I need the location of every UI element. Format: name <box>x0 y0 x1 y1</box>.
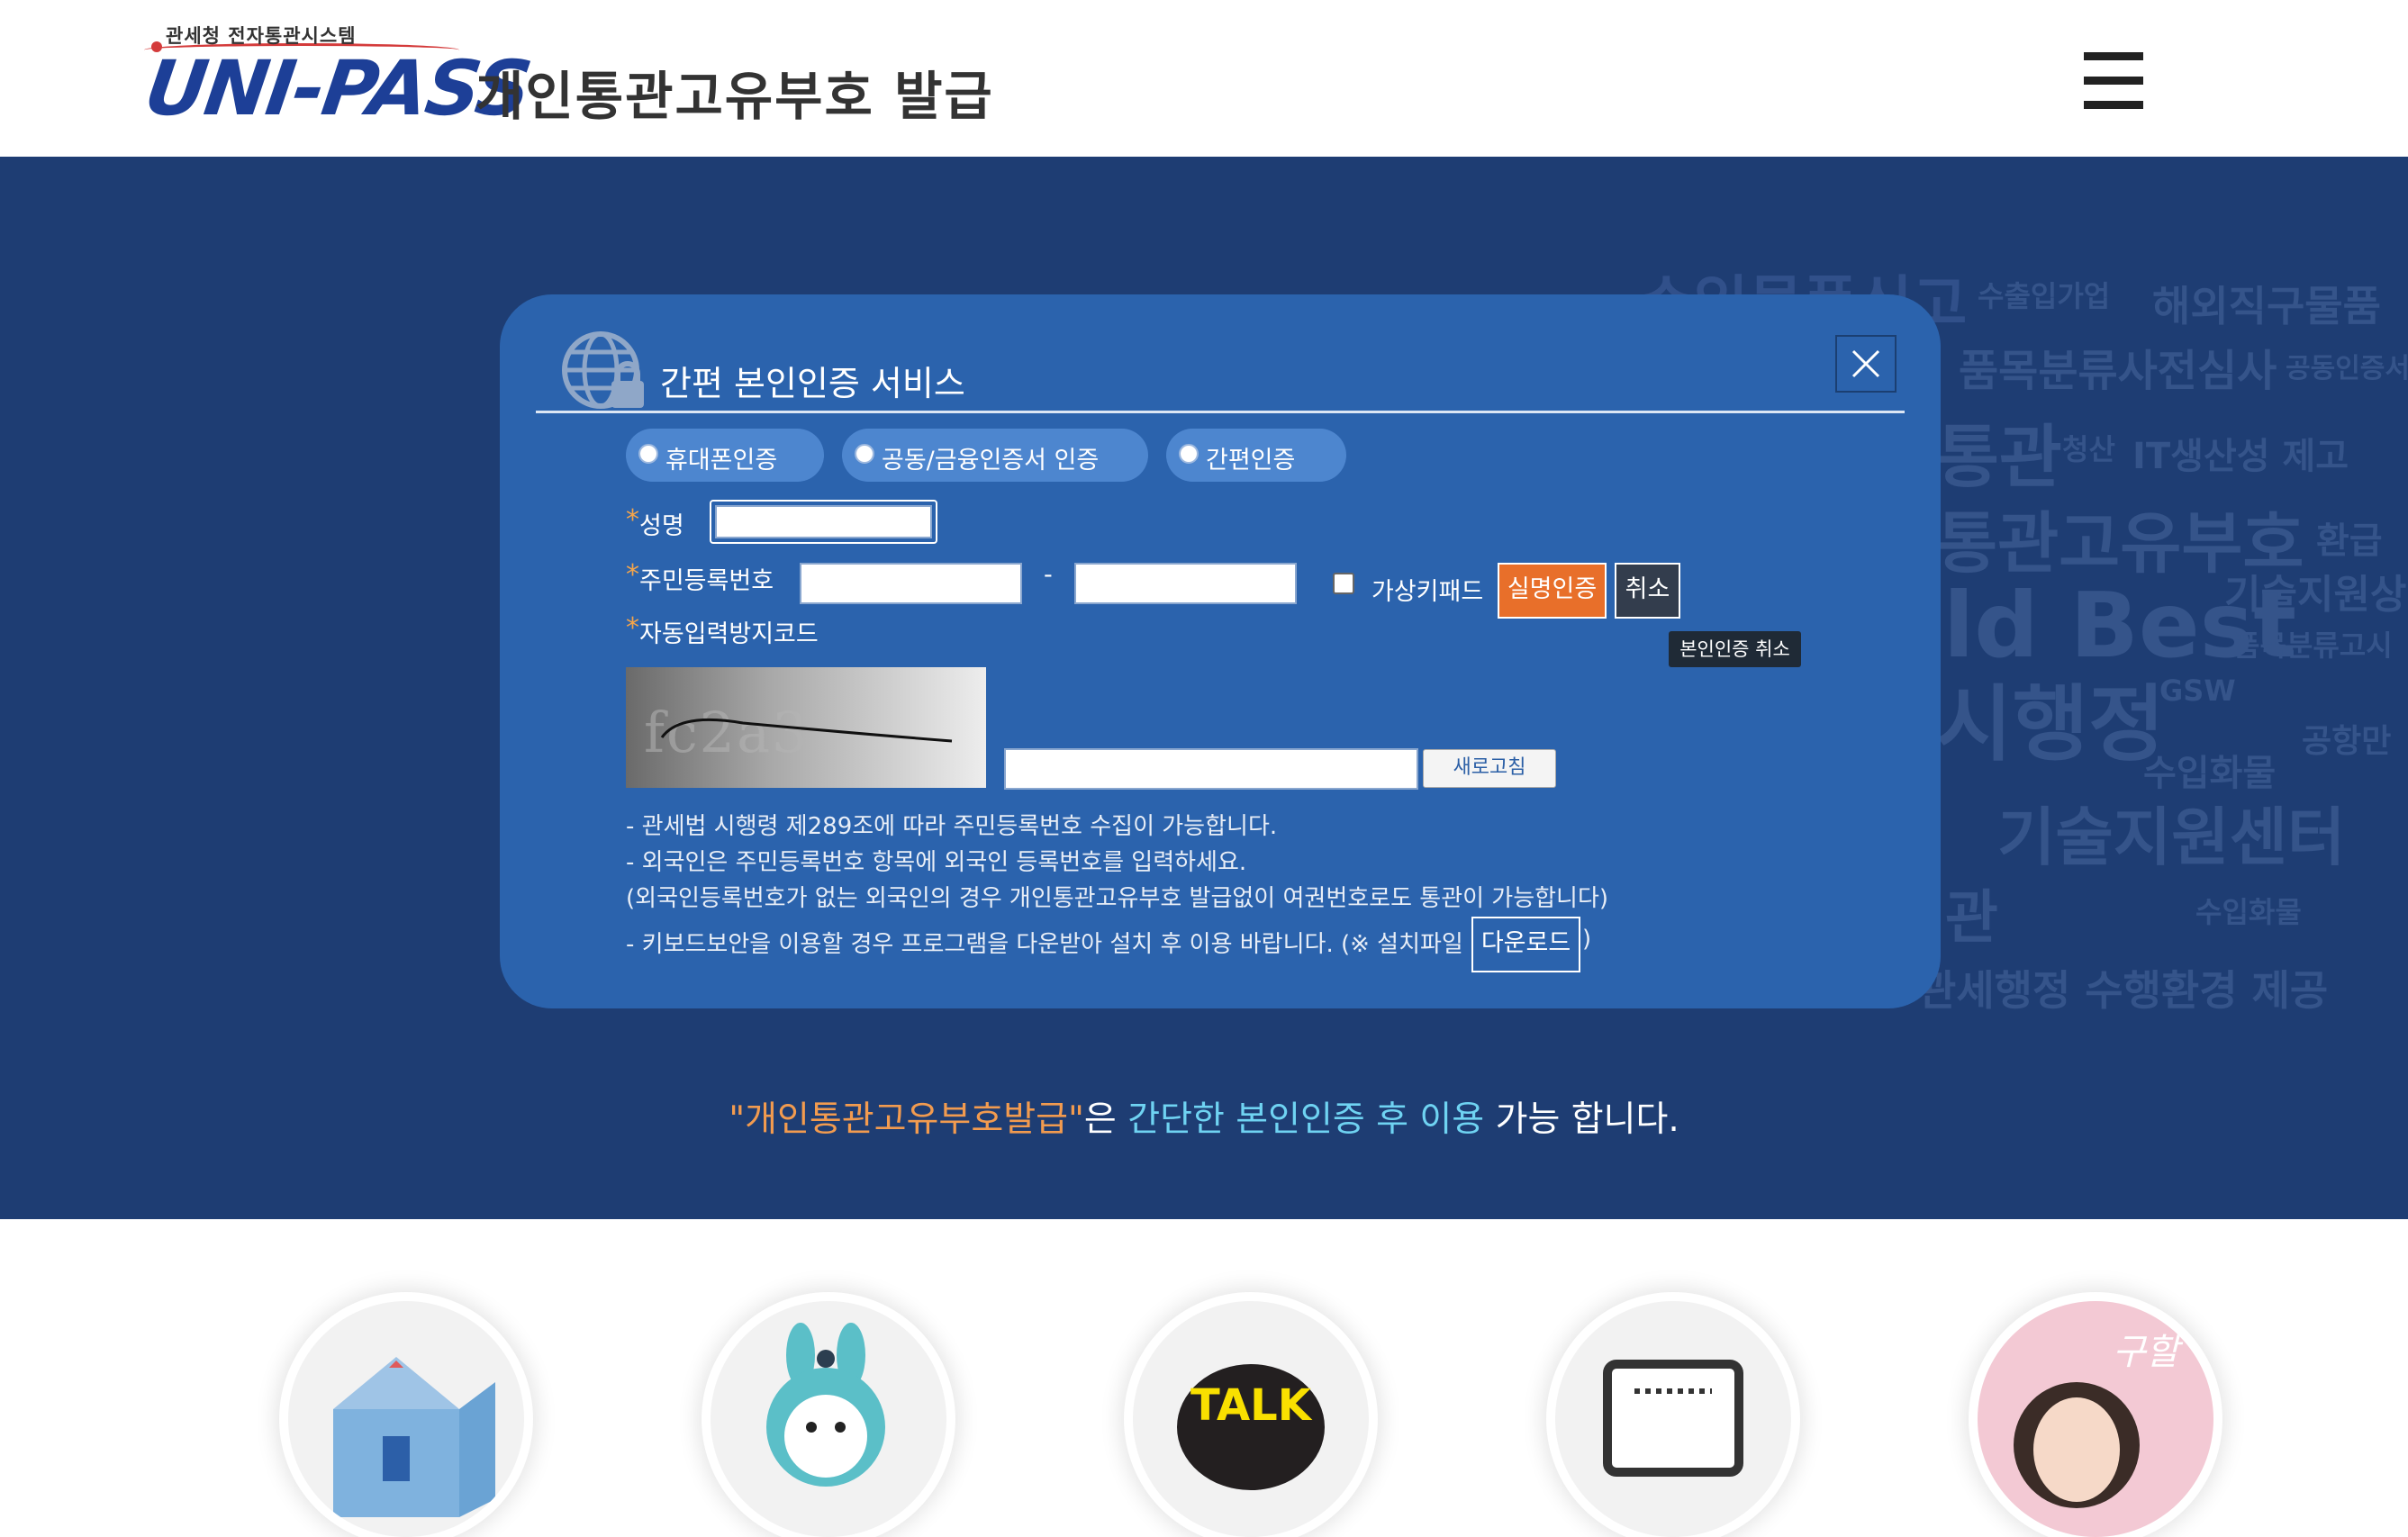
globe-lock-icon <box>562 331 644 409</box>
note-line: (외국인등록번호가 없는 외국인의 경우 개인통관고유부호 발급없이 여권번호로… <box>626 885 1609 912</box>
captcha-refresh-button[interactable]: 새로고침 <box>1423 749 1556 788</box>
close-button[interactable] <box>1835 335 1897 393</box>
bg-word: 수입화물 <box>2143 753 2277 794</box>
captcha-noise-line <box>660 718 953 743</box>
site-header: 관세청 전자통관시스템 UNI-PASS 개인통관고유부호 발급 <box>0 0 2408 157</box>
radio-simple-auth[interactable]: 간편인증 <box>1166 429 1346 482</box>
captcha-image: fc2a3 <box>626 667 986 788</box>
cancel-tooltip: 본인인증 취소 <box>1669 631 1801 667</box>
house-icon <box>333 1357 495 1517</box>
hamburger-menu-icon[interactable] <box>2084 52 2143 110</box>
captcha-label: *자동입력방지코드 <box>626 612 819 648</box>
bg-word: 품목분류고시 <box>2233 628 2393 663</box>
service-character[interactable] <box>711 1301 946 1537</box>
tagline-text: 가능 합니다. <box>1484 1099 1679 1140</box>
radio-button[interactable] <box>855 444 874 464</box>
page-title: 개인통관고유부호 발급 <box>475 66 994 127</box>
radio-phone-auth[interactable]: 휴대폰인증 <box>626 429 824 482</box>
bg-word: ld Best <box>1943 573 2297 678</box>
cancel-button[interactable]: 취소 <box>1615 563 1680 619</box>
tagline-text: 은 <box>1083 1099 1128 1140</box>
bg-word: 환급 <box>2316 520 2383 562</box>
kakao-talk-icon: TALK <box>1177 1364 1325 1490</box>
bg-word: 기술지원센터 <box>1997 800 2346 874</box>
chat-window-icon <box>1603 1360 1743 1477</box>
note-closing-paren: ) <box>1582 926 1592 953</box>
bg-word: GSW <box>2159 674 2236 708</box>
radio-button[interactable] <box>638 444 658 464</box>
bg-word: IT생산성 제고 <box>2132 436 2349 477</box>
bg-word: 통관고유부호 <box>1936 505 2304 583</box>
name-label: *성명 <box>626 504 684 540</box>
bg-word: 수입화물 <box>2195 895 2302 929</box>
service-consultant[interactable]: 구할 <box>1978 1301 2213 1537</box>
download-button[interactable]: 다운로드 <box>1471 917 1580 972</box>
service-house[interactable] <box>288 1301 524 1537</box>
real-name-verify-button[interactable]: 실명인증 <box>1498 563 1607 619</box>
title-divider <box>536 411 1905 413</box>
auth-modal: 간편 본인인증 서비스 휴대폰인증 공동/금융인증서 인증 간편인증 *성명 *… <box>500 294 1941 1008</box>
name-input[interactable] <box>715 505 932 538</box>
bg-word: 통관 <box>1936 417 2062 497</box>
rrn-separator: - <box>1044 561 1053 589</box>
bg-word: 공항만 <box>2302 723 2392 760</box>
radio-label: 휴대폰인증 <box>665 447 778 475</box>
bg-word: 청산 <box>2062 432 2115 466</box>
rrn-front-input[interactable] <box>800 563 1022 604</box>
hero-section: 수입물품신고 수출입가업 해외직구물품 품목분류사전심사 공동인증서 통관 청산… <box>0 157 2408 1219</box>
captcha-input[interactable] <box>1004 748 1418 790</box>
note-line: - 키보드보안을 이용할 경우 프로그램을 다운받아 설치 후 이용 바랍니다.… <box>626 931 1463 958</box>
bg-word: 품목분류사전심사 <box>1959 346 2277 396</box>
service-chat[interactable] <box>1555 1301 1791 1537</box>
bg-word: 관세행정 수행환경 제공 <box>1918 966 2329 1015</box>
tagline-highlight-cyan: 간단한 본인인증 후 이용 <box>1127 1099 1485 1140</box>
bg-word: 수출입가업 <box>1978 279 2111 313</box>
tagline: "개인통관고유부호발급"은 간단한 본인인증 후 이용 가능 합니다. <box>0 1091 2408 1142</box>
bg-word: 공동인증서 <box>2286 353 2408 384</box>
bg-word: 관 <box>1945 885 1998 952</box>
radio-label: 간편인증 <box>1206 447 1296 475</box>
radio-certificate-auth[interactable]: 공동/금융인증서 인증 <box>842 429 1148 482</box>
radio-button[interactable] <box>1179 444 1199 464</box>
rabbit-character-icon <box>766 1323 885 1487</box>
radio-label: 공동/금융인증서 인증 <box>882 447 1100 475</box>
bg-word: 기술지원상 <box>2224 572 2407 618</box>
note-line: - 외국인은 주민등록번호 항목에 외국인 등록번호를 입력하세요. <box>626 849 1247 876</box>
bg-word: 시행정 <box>1936 676 2165 773</box>
service-kakao[interactable]: TALK <box>1133 1301 1369 1537</box>
modal-title: 간편 본인인증 서비스 <box>660 364 965 403</box>
consultant-photo: 구할 <box>2014 1332 2184 1508</box>
close-icon <box>1851 349 1880 378</box>
rrn-label: *주민등록번호 <box>626 559 774 595</box>
virtual-keypad-checkbox[interactable] <box>1333 573 1354 594</box>
note-line: - 관세법 시행령 제289조에 따라 주민등록번호 수집이 가능합니다. <box>626 813 1278 840</box>
svg-text:구할: 구할 <box>2113 1332 2184 1373</box>
bg-word: 해외직구물품 <box>2152 282 2381 330</box>
rrn-back-input[interactable] <box>1074 563 1297 604</box>
virtual-keypad-label: 가상키패드 <box>1371 578 1484 606</box>
tagline-highlight-orange: "개인통관고유부호발급" <box>729 1099 1084 1140</box>
svg-text:TALK: TALK <box>1190 1380 1313 1431</box>
